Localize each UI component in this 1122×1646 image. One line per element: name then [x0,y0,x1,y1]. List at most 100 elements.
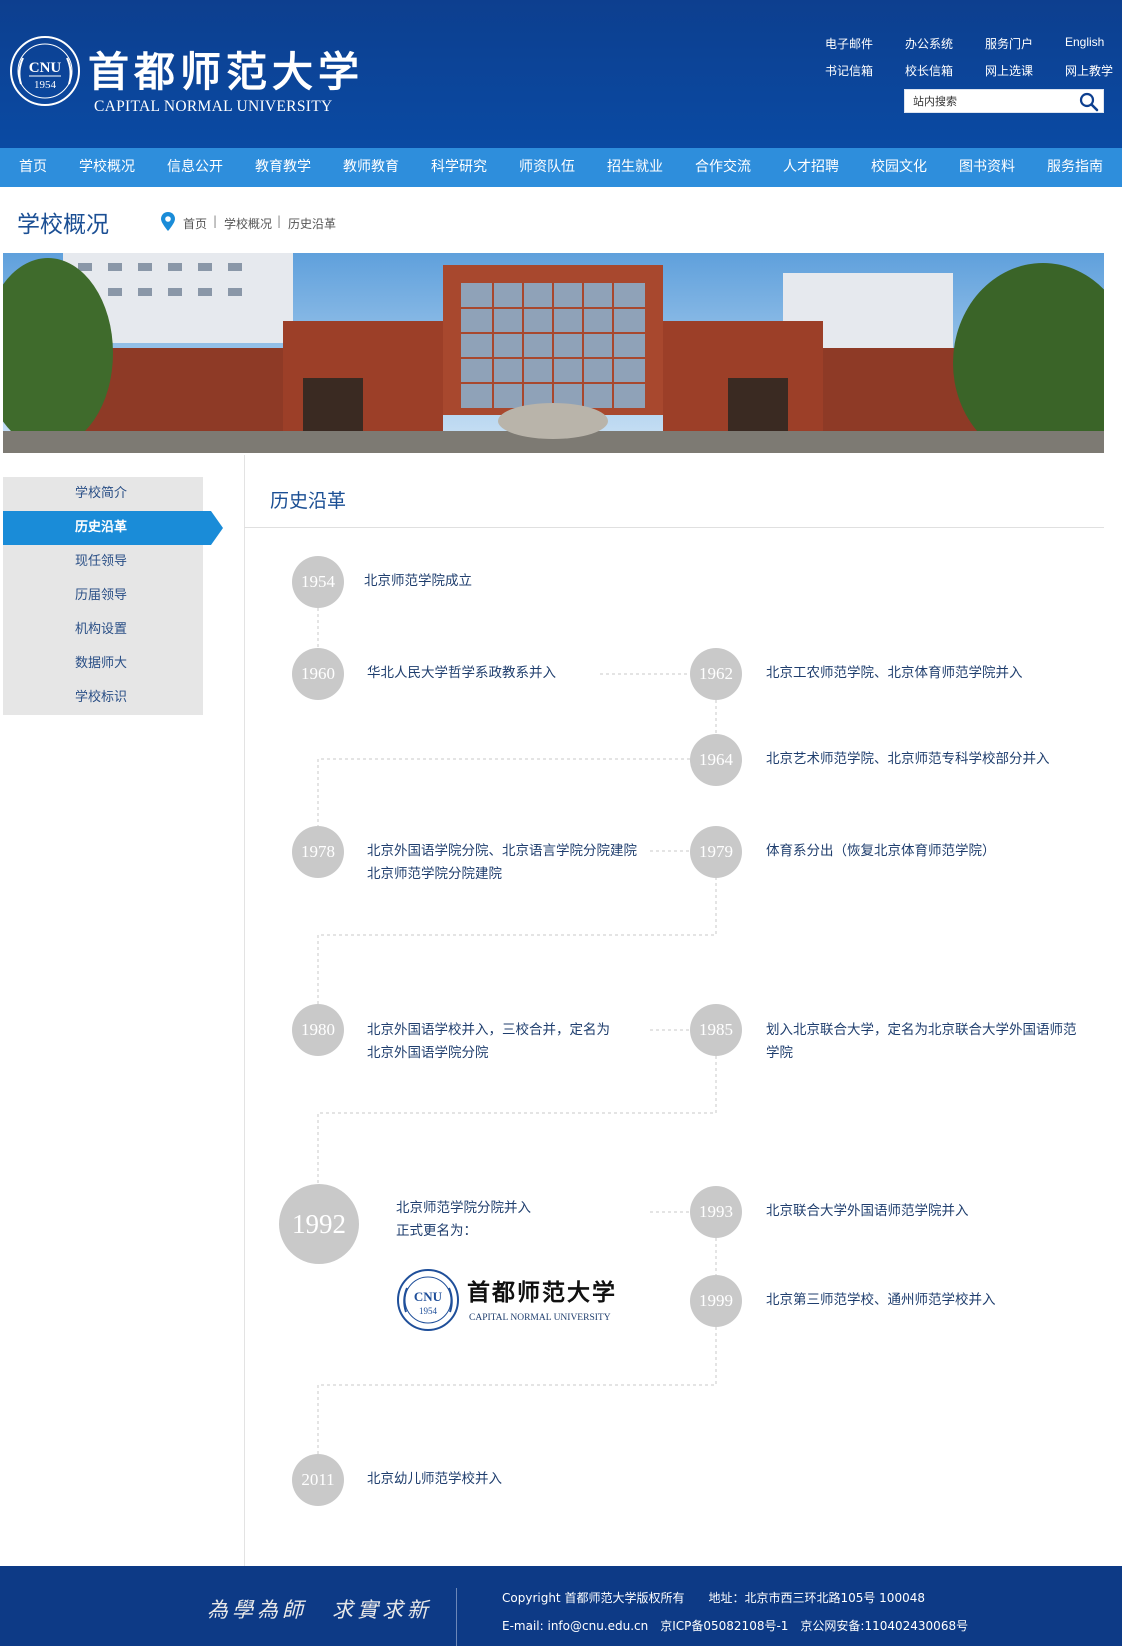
active-arrow-icon [211,511,223,545]
nav-item-library[interactable]: 图书资料 [959,148,1015,187]
link-email[interactable]: 电子邮件 [825,35,873,52]
year-circle-1962: 1962 [690,648,742,700]
sidebar-item-introduction[interactable]: 学校简介 [3,477,203,511]
sidebar-item-organization[interactable]: 机构设置 [3,613,203,647]
nav-item-recruitment[interactable]: 人才招聘 [783,148,839,187]
sidebar-item-history[interactable]: 历史沿革 [3,511,223,545]
event-text: 划入北京联合大学，定名为北京联合大学外国语师范 [766,1022,1077,1038]
site-footer: 為學為師 求實求新 Copyright 首都师范大学版权所有 地址：北京市西三环… [0,1566,1122,1646]
footer-contact: E-mail: info@cnu.edu.cn 京ICP备05082108号-1… [502,1619,969,1633]
nav-item-admissions[interactable]: 招生就业 [607,148,663,187]
event-text: 北京师范学院成立 [364,573,472,589]
nav-item-research[interactable]: 科学研究 [431,148,487,187]
nav-item-service-guide[interactable]: 服务指南 [1047,148,1103,187]
event-text: 北京师范学院分院并入 [396,1200,531,1216]
year-circle-1992: 1992 [279,1184,359,1264]
event-1992: 北京师范学院分院并入 正式更名为： [396,1197,531,1243]
event-2011: 北京幼儿师范学校并入 [367,1468,502,1491]
campus-banner-image [3,253,1104,453]
year-circle-1980: 1980 [292,1004,344,1056]
event-text: 北京艺术师范学院、北京师范专科学校部分并入 [766,751,1050,767]
site-header: CNU 1954 首都师范大学 CAPITAL NORMAL UNIVERSIT… [0,0,1122,148]
breadcrumb-separator: | [277,214,282,228]
nav-item-home[interactable]: 首页 [19,148,47,187]
seal-year: 1954 [34,79,57,91]
event-1985: 划入北京联合大学，定名为北京联合大学外国语师范 学院 [766,1019,1077,1065]
year-circle-1985: 1985 [690,1004,742,1056]
event-text: 北京联合大学外国语师范学院并入 [766,1203,969,1219]
nav-item-education[interactable]: 教育教学 [255,148,311,187]
nav-item-cooperation[interactable]: 合作交流 [695,148,751,187]
event-1978: 北京外国语学院分院、北京语言学院分院建院 北京师范学院分院建院 [367,840,637,886]
event-text: 正式更名为： [396,1223,477,1239]
year-circle-1954: 1954 [292,556,344,608]
event-text: 北京幼儿师范学校并入 [367,1471,502,1487]
logo-english-name[interactable]: CAPITAL NORMAL UNIVERSITY [94,98,332,116]
breadcrumb-current: 历史沿革 [288,217,337,231]
link-secretary-mailbox[interactable]: 书记信箱 [825,62,873,79]
nav-item-campus-culture[interactable]: 校园文化 [871,148,927,187]
event-text: 学院 [766,1045,793,1061]
sidebar-item-past-leaders[interactable]: 历届领导 [3,579,203,613]
event-text: 北京外国语学院分院、北京语言学院分院建院 [367,843,637,859]
content-divider [244,455,245,1570]
search-input[interactable] [913,90,1073,112]
sidebar-item-identity[interactable]: 学校标识 [3,681,203,715]
timeline-connectors [317,608,717,1454]
search-box [904,89,1104,113]
event-text: 北京师范学院分院建院 [367,866,502,882]
event-text: 华北人民大学哲学系政教系并入 [367,665,556,681]
logo-small-en: CAPITAL NORMAL UNIVERSITY [469,1313,611,1323]
breadcrumb-home[interactable]: 首页 [183,215,207,232]
event-1980: 北京外国语学校并入，三校合并，定名为 北京外国语学院分院 [367,1019,610,1065]
year-circle-1964: 1964 [690,734,742,786]
nav-item-info-disclosure[interactable]: 信息公开 [167,148,223,187]
event-1962: 北京工农师范学院、北京体育师范学院并入 [766,662,1023,685]
main-nav: 首页 学校概况 信息公开 教育教学 教师教育 科学研究 师资队伍 招生就业 合作… [0,148,1122,187]
sidebar-item-data[interactable]: 数据师大 [3,647,203,681]
content-title: 历史沿革 [270,490,347,512]
event-text: 北京第三师范学校、通州师范学校并入 [766,1292,996,1308]
year-circle-1978: 1978 [292,826,344,878]
university-seal-logo[interactable]: CNU 1954 [9,24,81,118]
footer-motto: 為學為師 求實求新 [207,1598,432,1622]
year-circle-1999: 1999 [690,1275,742,1327]
event-1960: 华北人民大学哲学系政教系并入 [367,662,556,685]
event-1999: 北京第三师范学校、通州师范学校并入 [766,1289,996,1312]
search-icon[interactable] [1079,92,1099,112]
logo-chinese-name[interactable]: 首都师范大学 [88,38,364,98]
content-title-rule [244,527,1104,528]
event-text: 体育系分出（恢复北京体育师范学院） [766,843,996,859]
link-office-system[interactable]: 办公系统 [905,35,953,52]
event-text: 北京外国语学院分院 [367,1045,489,1061]
link-online-teaching[interactable]: 网上教学 [1065,62,1113,79]
year-circle-2011: 2011 [292,1454,344,1506]
sidebar-item-current-leaders[interactable]: 现任领导 [3,545,203,579]
year-circle-1960: 1960 [292,648,344,700]
sidebar-menu: 学校简介 历史沿革 现任领导 历届领导 机构设置 数据师大 学校标识 [3,477,223,715]
page: { "header": { "logo_cn": "首都师范大学", "logo… [0,0,1122,1646]
logo-seal-text: CNU [414,1289,443,1304]
location-pin-icon [161,212,175,231]
event-1964: 北京艺术师范学院、北京师范专科学校部分并入 [766,748,1050,771]
link-english[interactable]: English [1065,35,1104,49]
logo-small-cn: 首都师范大学 [467,1279,617,1306]
footer-copyright: Copyright 首都师范大学版权所有 地址：北京市西三环北路105号 100… [502,1591,925,1605]
nav-item-teacher-education[interactable]: 教师教育 [343,148,399,187]
breadcrumb-overview[interactable]: 学校概况 [224,215,272,232]
link-president-mailbox[interactable]: 校长信箱 [905,62,953,79]
event-1993: 北京联合大学外国语师范学院并入 [766,1200,969,1223]
nav-item-overview[interactable]: 学校概况 [79,148,135,187]
sidebar-item-label: 历史沿革 [75,520,128,535]
logo-seal-year: 1954 [419,1306,438,1316]
year-circle-1979: 1979 [690,826,742,878]
nav-item-faculty[interactable]: 师资队伍 [519,148,575,187]
event-1954: 北京师范学院成立 [364,570,472,593]
year-circle-1993: 1993 [690,1186,742,1238]
link-course-selection[interactable]: 网上选课 [985,62,1033,79]
cnu-logo-image: CNU 1954 首都师范大学 CAPITAL NORMAL UNIVERSIT… [397,1269,617,1331]
event-text: 北京外国语学校并入，三校合并，定名为 [367,1022,610,1038]
footer-divider [456,1588,457,1646]
seal-text: CNU [29,60,62,76]
link-service-portal[interactable]: 服务门户 [985,35,1033,52]
